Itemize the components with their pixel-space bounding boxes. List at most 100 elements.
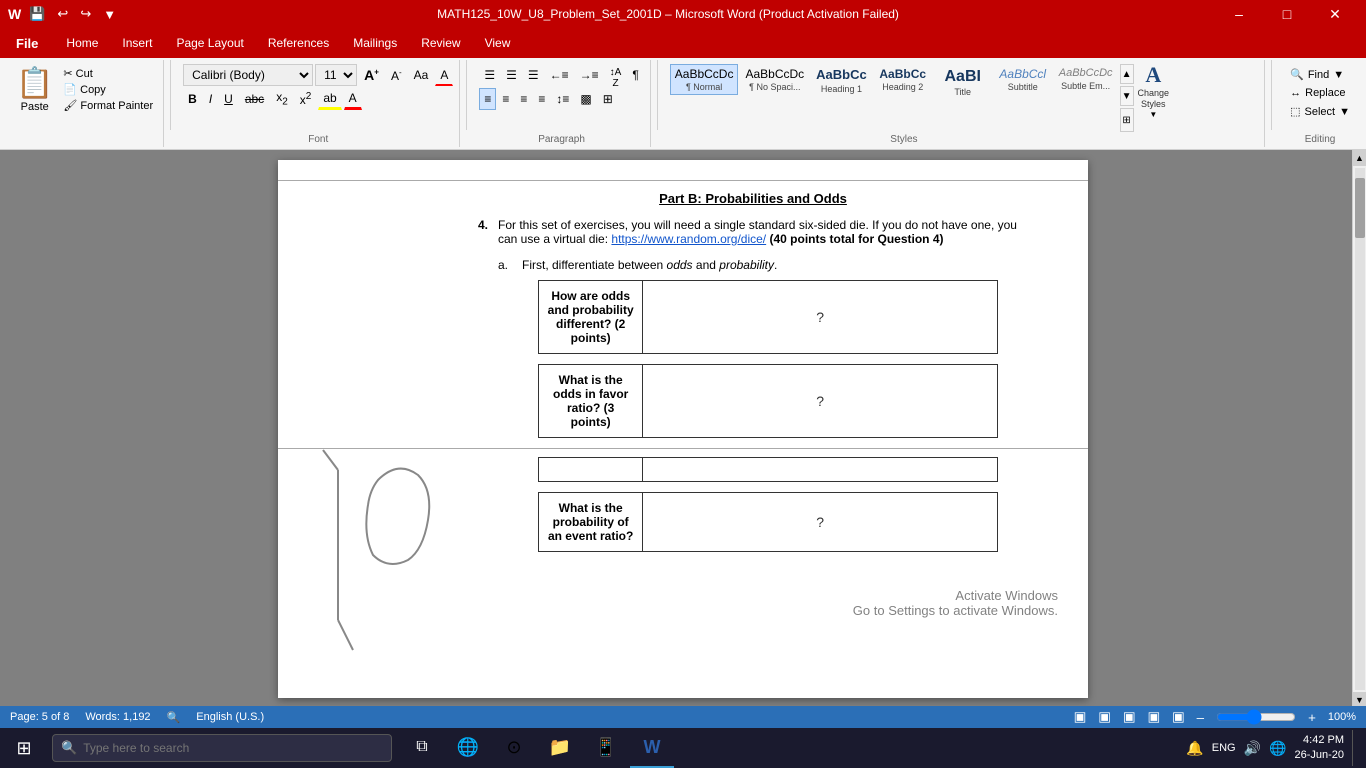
start-button[interactable]: ⊞ [0, 728, 48, 768]
styles-scroll-up[interactable]: ▲ [1120, 64, 1134, 84]
scroll-thumb[interactable] [1355, 178, 1365, 238]
font-size-select[interactable]: 11 [315, 64, 357, 86]
activate-watermark: Activate Windows Go to Settings to activ… [853, 588, 1058, 618]
zoom-slider[interactable] [1216, 709, 1296, 725]
shrink-font-btn[interactable]: A- [386, 64, 407, 86]
line-spacing-btn[interactable]: ↕≡ [551, 88, 574, 110]
borders-btn[interactable]: ⊞ [598, 88, 618, 110]
increase-indent-btn[interactable]: →≡ [575, 64, 604, 86]
zoom-out-btn[interactable]: – [1197, 710, 1204, 725]
chrome-app[interactable]: ⊙ [492, 728, 536, 768]
view-outline-btn[interactable]: ▣ [1147, 709, 1160, 725]
align-left-btn[interactable]: ≡ [479, 88, 496, 110]
save-quick-btn[interactable]: 💾 [25, 4, 49, 24]
taskview-btn[interactable]: ⧉ [400, 728, 444, 768]
table4-answer-cell[interactable]: ? [643, 493, 998, 552]
align-center-btn[interactable]: ≡ [497, 88, 514, 110]
change-case-btn[interactable]: Aa [409, 64, 434, 86]
question-4: 4. For this set of exercises, you will n… [478, 218, 1028, 246]
select-btn[interactable]: ⬚ Select ▼ [1284, 103, 1356, 120]
more-quick-btn[interactable]: ▼ [99, 5, 120, 24]
references-menu[interactable]: References [256, 28, 341, 58]
bullets-btn[interactable]: ☰ [479, 64, 500, 86]
pagelayout-menu[interactable]: Page Layout [164, 28, 255, 58]
word-taskbar-icon: W [644, 737, 661, 758]
font-color-btn[interactable]: A [344, 88, 362, 110]
sub-a-text: First, differentiate between odds and pr… [522, 258, 777, 272]
font-name-select[interactable]: Calibri (Body) [183, 64, 313, 86]
view-draft-btn[interactable]: ▣ [1172, 709, 1185, 725]
view-print-btn[interactable]: ▣ [1074, 709, 1087, 725]
style-subtitle[interactable]: AaBbCcl Subtitle [994, 64, 1052, 95]
cut-button[interactable]: ✂ Cut [59, 66, 157, 81]
sort-btn[interactable]: ↕AZ [605, 64, 627, 86]
zoom-in-btn[interactable]: + [1308, 710, 1316, 725]
table-row: What is the probability of an event rati… [539, 493, 998, 552]
file-menu[interactable]: File [0, 28, 54, 58]
italic-btn[interactable]: I [204, 88, 217, 110]
numbering-btn[interactable]: ☰ [501, 64, 522, 86]
minimize-btn[interactable]: – [1216, 0, 1262, 28]
decrease-indent-btn[interactable]: ←≡ [545, 64, 574, 86]
shading-btn[interactable]: ▩ [575, 88, 596, 110]
view-full-btn[interactable]: ▣ [1098, 709, 1111, 725]
viber-app[interactable]: 📱 [584, 728, 628, 768]
underline-btn[interactable]: U [219, 88, 238, 110]
spell-check-icon[interactable]: 🔍 [167, 711, 181, 724]
undo-quick-btn[interactable]: ↩ [53, 4, 72, 24]
close-btn[interactable]: ✕ [1312, 0, 1358, 28]
strikethrough-btn[interactable]: abc [240, 88, 269, 110]
language-indicator[interactable]: English (U.S.) [196, 711, 264, 723]
align-right-btn[interactable]: ≡ [515, 88, 532, 110]
format-painter-button[interactable]: 🖌 Format Painter [59, 98, 157, 113]
vertical-scrollbar[interactable]: ▲ ▼ [1352, 150, 1366, 708]
maximize-btn[interactable]: □ [1264, 0, 1310, 28]
view-web-btn[interactable]: ▣ [1123, 709, 1136, 725]
language-tray-icon[interactable]: ENG [1212, 742, 1236, 754]
replace-btn[interactable]: ↔ Replace [1284, 85, 1356, 101]
clear-format-btn[interactable]: A [435, 64, 453, 86]
copy-button[interactable]: 📄 Copy [59, 82, 157, 97]
insert-menu[interactable]: Insert [110, 28, 164, 58]
mailings-menu[interactable]: Mailings [341, 28, 409, 58]
subscript-btn[interactable]: x2 [271, 88, 293, 110]
table1-answer-cell[interactable]: ? [643, 281, 998, 354]
taskbar-search-input[interactable] [83, 741, 383, 755]
show-desktop-btn[interactable] [1352, 730, 1358, 766]
style-title[interactable]: AaBI Title [934, 64, 992, 100]
style-heading1[interactable]: AaBbCc Heading 1 [811, 64, 872, 97]
taskbar-search-box[interactable]: 🔍 [52, 734, 392, 762]
dice-link[interactable]: https://www.random.org/dice/ [611, 232, 766, 246]
styles-more-btn[interactable]: ⊞ [1120, 108, 1134, 132]
table3-answer-cell[interactable] [643, 458, 998, 482]
show-marks-btn[interactable]: ¶ [627, 64, 643, 86]
style-normal[interactable]: AaBbCcDc ¶ Normal [670, 64, 739, 95]
table2-question-cell: What is the odds in favor ratio? (3 poin… [539, 365, 643, 438]
text-highlight-btn[interactable]: ab [318, 88, 341, 110]
clipboard-group: 📋 Paste ✂ Cut 📄 Copy 🖌 Format Painter Cl… [4, 60, 164, 147]
clock[interactable]: 4:42 PM 26-Jun-20 [1294, 733, 1344, 764]
superscript-btn[interactable]: x2 [295, 88, 317, 110]
paste-button[interactable]: 📋 Paste [10, 62, 59, 117]
styles-scroll-down[interactable]: ▼ [1120, 86, 1134, 106]
fileexplorer-app[interactable]: 📁 [538, 728, 582, 768]
bold-btn[interactable]: B [183, 88, 202, 110]
style-no-spacing[interactable]: AaBbCcDc ¶ No Spaci... [740, 64, 809, 95]
word-app[interactable]: W [630, 728, 674, 768]
quick-access-toolbar: W 💾 ↩ ↪ ▼ [8, 4, 120, 24]
home-menu[interactable]: Home [54, 28, 110, 58]
review-menu[interactable]: Review [409, 28, 472, 58]
change-styles-btn[interactable]: A ChangeStyles ▼ [1138, 62, 1170, 119]
scroll-up-btn[interactable]: ▲ [1353, 150, 1366, 166]
edge-app[interactable]: 🌐 [446, 728, 490, 768]
justify-btn[interactable]: ≡ [533, 88, 550, 110]
style-heading2[interactable]: AaBbCc Heading 2 [874, 64, 932, 95]
style-subtle-em[interactable]: AaBbCcDc Subtle Em... [1054, 64, 1118, 94]
multilevel-btn[interactable]: ☰ [523, 64, 544, 86]
find-btn[interactable]: 🔍 Find ▼ [1284, 66, 1356, 83]
grow-font-btn[interactable]: A+ [359, 64, 384, 86]
view-menu[interactable]: View [473, 28, 523, 58]
table2-answer-cell[interactable]: ? [643, 365, 998, 438]
redo-quick-btn[interactable]: ↪ [76, 4, 95, 24]
table-3 [538, 457, 998, 482]
